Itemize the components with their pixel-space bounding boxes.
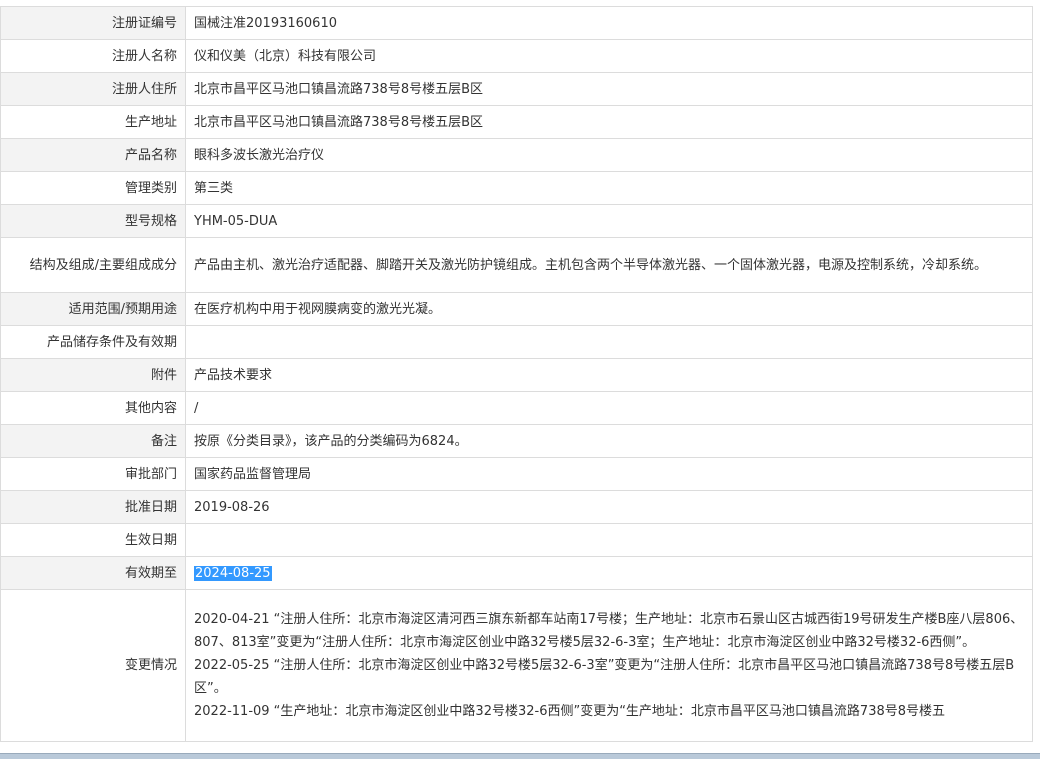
label-model-spec: 型号规格 (0, 204, 186, 238)
value-approval-date: 2019-08-26 (185, 490, 1033, 524)
row-registrant-name: 注册人名称 仪和仪美（北京）科技有限公司 (0, 39, 1033, 73)
row-structure-composition: 结构及组成/主要组成成分 产品由主机、激光治疗适配器、脚踏开关及激光防护镜组成。… (0, 237, 1033, 293)
label-other-content: 其他内容 (0, 391, 186, 425)
change-item: 2020-04-21 “注册人住所：北京市海淀区清河西三旗东新都车站南17号楼；… (194, 612, 1024, 650)
value-intended-use: 在医疗机构中用于视网膜病变的激光光凝。 (185, 292, 1033, 326)
value-reg-number: 国械注准20193160610 (185, 6, 1033, 40)
label-approval-date: 批准日期 (0, 490, 186, 524)
row-storage-validity: 产品储存条件及有效期 (0, 325, 1033, 359)
registration-info-table: 注册证编号 国械注准20193160610 注册人名称 仪和仪美（北京）科技有限… (0, 6, 1033, 742)
row-remarks: 备注 按原《分类目录》，该产品的分类编码为6824。 (0, 424, 1033, 458)
row-registrant-address: 注册人住所 北京市昌平区马池口镇昌流路738号8号楼五层B区 (0, 72, 1033, 106)
row-model-spec: 型号规格 YHM-05-DUA (0, 204, 1033, 238)
label-intended-use: 适用范围/预期用途 (0, 292, 186, 326)
label-production-address: 生产地址 (0, 105, 186, 139)
row-approval-dept: 审批部门 国家药品监督管理局 (0, 457, 1033, 491)
value-storage-validity (185, 325, 1033, 359)
horizontal-scrollbar[interactable] (0, 753, 1040, 759)
value-approval-dept: 国家药品监督管理局 (185, 457, 1033, 491)
row-valid-until: 有效期至 2024-08-25 (0, 556, 1033, 590)
label-remarks: 备注 (0, 424, 186, 458)
value-registrant-address: 北京市昌平区马池口镇昌流路738号8号楼五层B区 (185, 72, 1033, 106)
value-valid-until-cell: 2024-08-25 (185, 556, 1033, 590)
value-model-spec: YHM-05-DUA (185, 204, 1033, 238)
value-remarks: 按原《分类目录》，该产品的分类编码为6824。 (185, 424, 1033, 458)
change-list: 2020-04-21 “注册人住所：北京市海淀区清河西三旗东新都车站南17号楼；… (194, 608, 1024, 723)
label-storage-validity: 产品储存条件及有效期 (0, 325, 186, 359)
value-production-address: 北京市昌平区马池口镇昌流路738号8号楼五层B区 (185, 105, 1033, 139)
value-management-class: 第三类 (185, 171, 1033, 205)
label-registrant-name: 注册人名称 (0, 39, 186, 73)
label-valid-until: 有效期至 (0, 556, 186, 590)
label-product-name: 产品名称 (0, 138, 186, 172)
label-change-history: 变更情况 (0, 589, 186, 742)
label-approval-dept: 审批部门 (0, 457, 186, 491)
label-reg-number: 注册证编号 (0, 6, 186, 40)
value-valid-until[interactable]: 2024-08-25 (194, 565, 272, 581)
value-change-history: 2020-04-21 “注册人住所：北京市海淀区清河西三旗东新都车站南17号楼；… (185, 589, 1033, 742)
value-effective-date (185, 523, 1033, 557)
label-management-class: 管理类别 (0, 171, 186, 205)
label-effective-date: 生效日期 (0, 523, 186, 557)
row-attachment: 附件 产品技术要求 (0, 358, 1033, 392)
value-attachment: 产品技术要求 (185, 358, 1033, 392)
label-structure-composition: 结构及组成/主要组成成分 (0, 237, 186, 293)
row-management-class: 管理类别 第三类 (0, 171, 1033, 205)
row-product-name: 产品名称 眼科多波长激光治疗仪 (0, 138, 1033, 172)
row-change-history: 变更情况 2020-04-21 “注册人住所：北京市海淀区清河西三旗东新都车站南… (0, 589, 1033, 742)
value-other-content: / (185, 391, 1033, 425)
row-intended-use: 适用范围/预期用途 在医疗机构中用于视网膜病变的激光光凝。 (0, 292, 1033, 326)
row-approval-date: 批准日期 2019-08-26 (0, 490, 1033, 524)
row-reg-number: 注册证编号 国械注准20193160610 (0, 6, 1033, 40)
row-production-address: 生产地址 北京市昌平区马池口镇昌流路738号8号楼五层B区 (0, 105, 1033, 139)
value-product-name: 眼科多波长激光治疗仪 (185, 138, 1033, 172)
value-structure-composition: 产品由主机、激光治疗适配器、脚踏开关及激光防护镜组成。主机包含两个半导体激光器、… (185, 237, 1033, 293)
row-effective-date: 生效日期 (0, 523, 1033, 557)
row-other-content: 其他内容 / (0, 391, 1033, 425)
label-registrant-address: 注册人住所 (0, 72, 186, 106)
change-item: 2022-05-25 “注册人住所：北京市海淀区创业中路32号楼5层32-6-3… (194, 658, 1015, 696)
value-registrant-name: 仪和仪美（北京）科技有限公司 (185, 39, 1033, 73)
label-attachment: 附件 (0, 358, 186, 392)
change-item: 2022-11-09 “生产地址：北京市海淀区创业中路32号楼32-6西侧”变更… (194, 704, 946, 719)
